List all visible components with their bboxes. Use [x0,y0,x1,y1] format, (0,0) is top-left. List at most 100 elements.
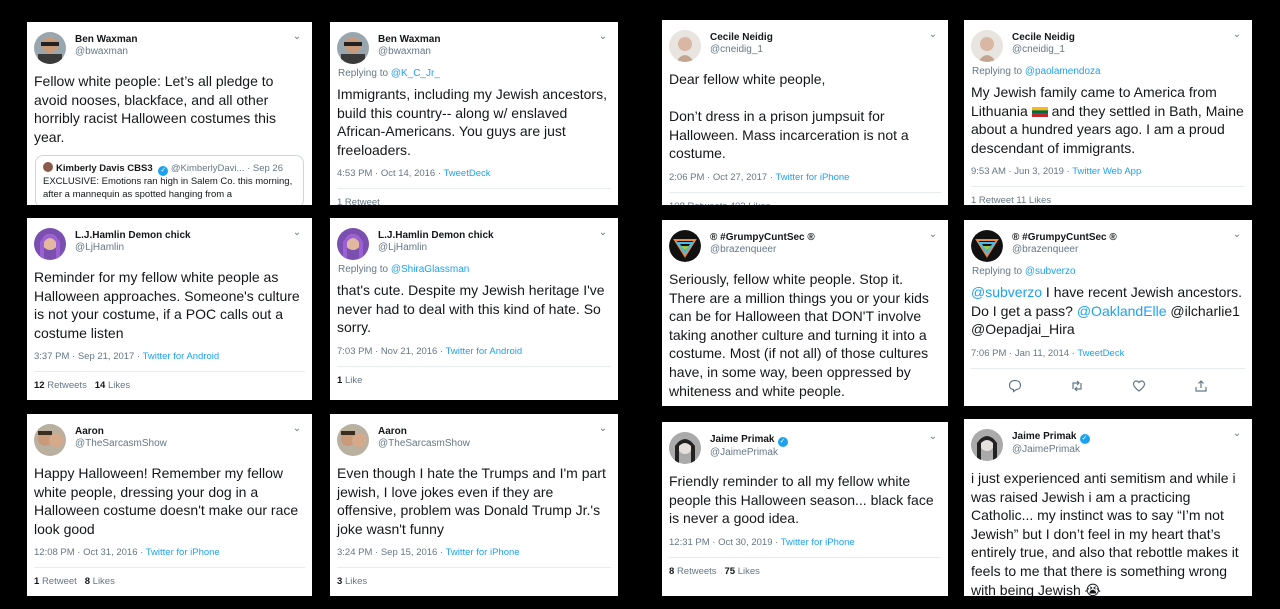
avatar[interactable] [669,230,701,262]
client-link[interactable]: Twitter for Android [446,346,523,357]
user-handle[interactable]: @brazenqueer [710,244,948,256]
user-handle[interactable]: @TheSarcasmShow [75,438,312,450]
timestamp[interactable]: 7:06 PM · Jan 11, 2014 · [971,348,1077,359]
timestamp[interactable]: 2:06 PM · Oct 27, 2017 · [669,172,776,183]
like-label[interactable]: Likes [93,576,115,587]
chevron-down-icon[interactable]: ⌄ [290,227,304,241]
display-name-text[interactable]: Jaime Primak [1012,431,1077,442]
chevron-down-icon[interactable]: ⌄ [290,423,304,437]
like-count[interactable]: 1 [337,375,342,386]
avatar[interactable] [669,30,701,62]
retweet-count[interactable]: 8 [669,566,674,577]
client-link[interactable]: Twitter for iPhone [446,547,520,558]
display-name[interactable]: Aaron [75,424,312,438]
user-handle[interactable]: @cneidig_1 [1012,44,1252,56]
like-label[interactable]: Like [345,375,362,386]
display-name[interactable]: L.J.Hamlin Demon chick [378,228,618,242]
chevron-down-icon[interactable]: ⌄ [1230,428,1244,442]
client-link[interactable]: TweetDeck [444,168,491,179]
client-link[interactable]: TweetDeck [1077,348,1124,359]
user-handle[interactable]: @LjHamlin [75,242,312,254]
retweet-label[interactable]: Retweet [42,576,77,587]
display-name[interactable]: Cecile Neidig [1012,30,1252,44]
timestamp[interactable]: 3:24 PM · Sep 15, 2016 · [337,547,446,558]
reply-mention-link[interactable]: @ShiraGlassman [391,264,470,275]
avatar[interactable] [34,424,66,456]
reply-mention-link[interactable]: @K_C_Jr_ [391,68,440,79]
like-count[interactable]: 75 [724,566,735,577]
avatar[interactable] [337,228,369,260]
like-icon[interactable] [1132,379,1146,393]
like-label[interactable]: Likes [108,380,130,391]
tweet-stats[interactable]: 1 Retweet [330,189,618,205]
chevron-down-icon[interactable]: ⌄ [926,431,940,445]
tweet-stats[interactable]: 1 Retweet 11 Likes [964,187,1252,205]
display-name[interactable]: Aaron [378,424,618,438]
display-name-text[interactable]: Jaime Primak [710,434,775,445]
retweet-count[interactable]: 12 [34,380,45,391]
client-link[interactable]: Twitter for iPhone [781,537,855,548]
timestamp[interactable]: 3:37 PM · Sep 21, 2017 · [34,351,143,362]
like-label[interactable]: Likes [738,566,760,577]
display-name[interactable]: Cecile Neidig [710,30,948,44]
reply-mention-link[interactable]: @subverzo [1025,266,1076,277]
like-count[interactable]: 14 [95,380,106,391]
display-name[interactable]: Ben Waxman [378,32,618,46]
chevron-down-icon[interactable]: ⌄ [926,29,940,43]
chevron-down-icon[interactable]: ⌄ [1230,229,1244,243]
user-handle[interactable]: @TheSarcasmShow [378,438,618,450]
avatar[interactable] [337,32,369,64]
display-name[interactable]: Jaime Primak ✓ [710,432,948,447]
chevron-down-icon[interactable]: ⌄ [596,423,610,437]
display-name[interactable]: L.J.Hamlin Demon chick [75,228,312,242]
like-count[interactable]: 3 [337,576,342,587]
timestamp[interactable]: 12:08 PM · Oct 31, 2016 · [34,547,146,558]
avatar[interactable] [971,230,1003,262]
avatar[interactable] [34,32,66,64]
user-handle[interactable]: @cneidig_1 [710,44,948,56]
avatar[interactable] [971,30,1003,62]
retweet-count[interactable]: 1 [34,576,39,587]
user-handle[interactable]: @JaimePrimak [710,447,948,459]
client-link[interactable]: Twitter for Android [143,351,220,362]
retweet-icon[interactable] [1070,379,1084,393]
user-handle[interactable]: @LjHamlin [378,242,618,254]
retweet-label[interactable]: Retweets [677,566,717,577]
display-name[interactable]: ® #GrumpyCuntSec ® [710,230,948,244]
mention-link[interactable]: @OaklandElle [1077,303,1167,319]
chevron-down-icon[interactable]: ⌄ [596,31,610,45]
user-handle[interactable]: @JaimePrimak [1012,444,1252,456]
display-name[interactable]: Jaime Primak ✓ [1012,429,1252,444]
tweet-stats[interactable]: 108 Retweets 402 Likes [662,193,948,205]
timestamp[interactable]: 7:03 PM · Nov 21, 2016 · [337,346,446,357]
chevron-down-icon[interactable]: ⌄ [596,227,610,241]
retweet-label[interactable]: Retweets [47,380,87,391]
display-name[interactable]: Ben Waxman [75,32,312,46]
avatar[interactable] [34,228,66,260]
tweet-card: Ben Waxman @bwaxman ⌄ Replying to @K_C_J… [330,22,618,205]
user-handle[interactable]: @bwaxman [378,46,618,58]
mention-link[interactable]: @subverzo [971,284,1042,300]
avatar[interactable] [669,432,701,464]
client-link[interactable]: Twitter for iPhone [146,547,220,558]
user-handle[interactable]: @brazenqueer [1012,244,1252,256]
like-label[interactable]: Likes [345,576,367,587]
display-name[interactable]: ® #GrumpyCuntSec ® [1012,230,1252,244]
share-icon[interactable] [1194,379,1208,393]
timestamp[interactable]: 4:53 PM · Oct 14, 2016 · [337,168,444,179]
quoted-tweet[interactable]: Kimberly Davis CBS3 ✓ @KimberlyDavi... ·… [35,155,304,205]
chevron-down-icon[interactable]: ⌄ [290,31,304,45]
user-handle[interactable]: @bwaxman [75,46,312,58]
timestamp[interactable]: 9:53 AM · Jun 3, 2019 · [971,166,1072,177]
like-count[interactable]: 8 [85,576,90,587]
reply-mention-link[interactable]: @paolamendoza [1025,66,1101,77]
avatar[interactable] [337,424,369,456]
reply-icon[interactable] [1008,379,1022,393]
client-link[interactable]: Twitter for iPhone [776,172,850,183]
timestamp[interactable]: 12:31 PM · Oct 30, 2019 · [669,537,781,548]
client-link[interactable]: Twitter Web App [1072,166,1141,177]
chevron-down-icon[interactable]: ⌄ [926,229,940,243]
chevron-down-icon[interactable]: ⌄ [1230,29,1244,43]
avatar[interactable] [971,429,1003,461]
replying-to: Replying to @paolamendoza [964,66,1252,77]
